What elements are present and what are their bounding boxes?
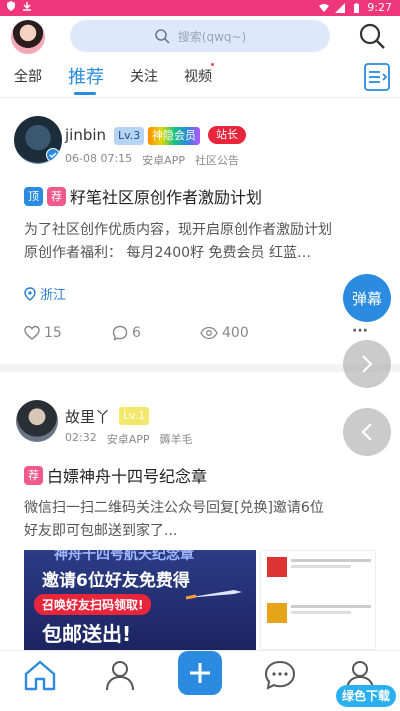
post-body-line: 原创作者福利： 每月2400籽 免费会员 红蓝… <box>24 245 311 261</box>
tab-bar: 全部 推荐 关注 视频 <box>0 58 400 98</box>
admin-badge: 站长 <box>208 126 246 144</box>
danmu-label: 弹幕 <box>351 289 382 308</box>
image-text: 包邮送出! <box>42 622 132 646</box>
post-title[interactable]: 荐 白嫖神舟十四号纪念章 <box>24 463 207 487</box>
tag-recommend: 荐 <box>24 465 43 485</box>
author-name[interactable]: 故里丫 <box>65 406 110 427</box>
post-time: 06-08 07:15 <box>65 152 133 165</box>
top-bar: 搜索(qwq~) <box>0 16 400 56</box>
post-title[interactable]: 顶 荐 籽笔社区原创作者激励计划 <box>24 184 262 208</box>
heart-icon <box>24 325 40 340</box>
home-icon[interactable] <box>22 657 58 693</box>
download-icon <box>23 2 31 11</box>
post-image[interactable]: 神舟十四号航天纪念章 邀请6位好友免费得 召唤好友扫码领取! 包邮送出! <box>24 550 256 650</box>
message-icon[interactable] <box>262 657 298 693</box>
author-avatar[interactable] <box>16 400 58 442</box>
post-divider <box>0 364 400 372</box>
tab-video[interactable]: 视频 <box>184 66 212 86</box>
user-icon[interactable] <box>102 657 138 693</box>
like-button[interactable]: 15 <box>24 325 62 341</box>
post-source: 安卓APP <box>142 154 185 167</box>
tab-video-dot <box>211 63 214 66</box>
product-thumb <box>267 603 287 623</box>
member-badge: 神隐会员 <box>148 127 200 145</box>
level-badge: Lv.1 <box>119 407 150 425</box>
post-stats: 15 6 400 ··· <box>24 323 376 345</box>
author-avatar[interactable] <box>14 116 62 164</box>
post-category[interactable]: 社区公告 <box>195 152 239 168</box>
comment-button[interactable]: 6 <box>112 325 141 341</box>
active-tab-indicator <box>74 92 96 95</box>
post-body-line: 微信扫一扫二维码关注公众号回复[兑换]邀请6位 <box>24 500 324 516</box>
post-time: 02:32 <box>65 431 97 444</box>
image-text: 邀请6位好友免费得 <box>42 571 190 591</box>
post-body-line: 好友即可包邮送到家了... <box>24 523 178 539</box>
like-count: 15 <box>44 325 62 341</box>
watermark-logo: 绿色下载 <box>336 685 396 707</box>
chevron-left-icon <box>361 423 372 441</box>
shield-icon <box>7 1 15 11</box>
product-thumb <box>267 557 287 577</box>
post-body-line: 为了社区创作优质内容，现开启原创作者激励计划 <box>24 222 332 238</box>
comment-count: 6 <box>132 325 141 341</box>
search-input[interactable]: 搜索(qwq~) <box>70 20 330 52</box>
add-icon <box>190 663 210 683</box>
tab-all[interactable]: 全部 <box>14 66 42 86</box>
add-button[interactable] <box>178 651 222 695</box>
chevron-right-icon <box>362 355 373 373</box>
prev-button[interactable] <box>343 408 391 456</box>
rocket-icon <box>185 590 242 600</box>
search-icon[interactable] <box>358 22 386 50</box>
status-time: 9:27 <box>367 1 392 14</box>
danmu-button[interactable]: 弹幕 <box>343 274 391 322</box>
status-bar: 9:27 <box>0 0 400 16</box>
location-text: 浙江 <box>40 288 67 303</box>
search-placeholder: 搜索(qwq~) <box>177 29 247 44</box>
post-images[interactable]: 神舟十四号航天纪念章 邀请6位好友免费得 召唤好友扫码领取! 包邮送出! <box>24 550 376 650</box>
level-badge: Lv.3 <box>114 127 145 145</box>
more-options-icon[interactable]: ··· <box>352 323 368 339</box>
post-source: 安卓APP <box>106 433 150 446</box>
next-button[interactable] <box>343 340 391 388</box>
post-body[interactable]: 微信扫一扫二维码关注公众号回复[兑换]邀请6位 好友即可包邮送到家了... <box>24 497 364 543</box>
post-location[interactable]: 浙江 <box>24 284 66 303</box>
wifi-icon <box>319 3 330 12</box>
tag-top: 顶 <box>24 186 43 206</box>
post-category[interactable]: 薅羊毛 <box>160 431 193 447</box>
comment-icon <box>112 325 128 341</box>
post-meta: 06-08 07:15 安卓APP 社区公告 <box>65 152 239 168</box>
image-text: 召唤好友扫码领取! <box>34 594 152 615</box>
signal-icon <box>335 2 346 13</box>
author-name[interactable]: jinbin <box>65 126 106 144</box>
post-body[interactable]: 为了社区创作优质内容，现开启原创作者激励计划 原创作者福利： 每月2400籽 免… <box>24 219 364 265</box>
tab-recommend[interactable]: 推荐 <box>68 63 104 89</box>
post-title-text: 籽笔社区原创作者激励计划 <box>70 188 263 207</box>
post-meta: 02:32 安卓APP 薅羊毛 <box>65 431 193 447</box>
battery-icon <box>354 2 360 13</box>
view-count-block: 400 <box>200 325 249 341</box>
verified-icon <box>46 148 60 162</box>
search-icon <box>154 29 170 44</box>
location-icon <box>24 286 36 301</box>
category-menu-icon[interactable] <box>364 63 390 91</box>
post-image[interactable] <box>260 550 376 650</box>
post-title-text: 白嫖神舟十四号纪念章 <box>47 467 208 486</box>
avatar[interactable] <box>11 20 45 54</box>
bottom-nav: 绿色下载 <box>0 650 400 711</box>
post-card[interactable]: jinbin Lv.3 神隐会员 站长 06-08 07:15 安卓APP 社区… <box>0 108 400 360</box>
tag-recommend: 荐 <box>47 186 66 206</box>
tab-follow[interactable]: 关注 <box>130 66 158 86</box>
view-count: 400 <box>222 325 249 341</box>
image-text: 神舟十四号航天纪念章 <box>54 550 194 563</box>
eye-icon <box>200 326 218 340</box>
